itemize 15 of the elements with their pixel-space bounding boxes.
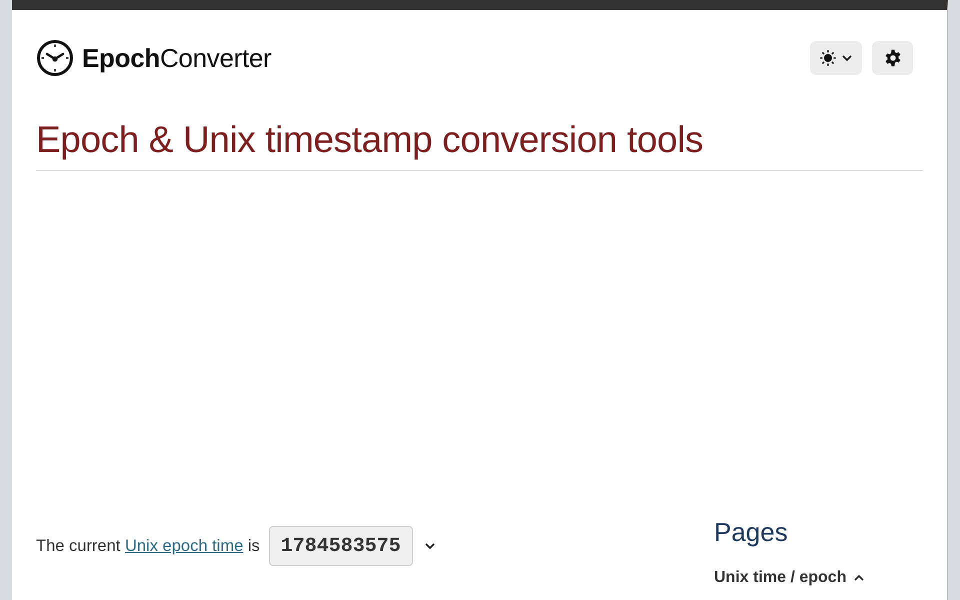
current-time-text: The current Unix epoch time is xyxy=(36,536,260,556)
chevron-icon xyxy=(842,55,852,61)
clock-icon xyxy=(36,39,74,77)
logo-text: EpochConverter xyxy=(82,42,272,74)
timestamp-display: 1784583575 xyxy=(268,526,413,566)
chevron-icon xyxy=(424,543,435,549)
sidebar-title: Pages xyxy=(714,517,789,547)
sun-icon xyxy=(820,50,836,66)
theme-button[interactable] xyxy=(810,41,862,75)
caret-icon xyxy=(854,575,864,581)
sidebar-section-toggle[interactable]: Unix time / epoch xyxy=(714,569,864,587)
settings-button[interactable] xyxy=(872,41,913,75)
page-heading: Epoch & Unix timestamp conversion tools xyxy=(36,119,923,171)
unix-epoch-time-link[interactable]: Unix epoch time xyxy=(124,536,244,554)
gear-icon xyxy=(884,49,902,67)
